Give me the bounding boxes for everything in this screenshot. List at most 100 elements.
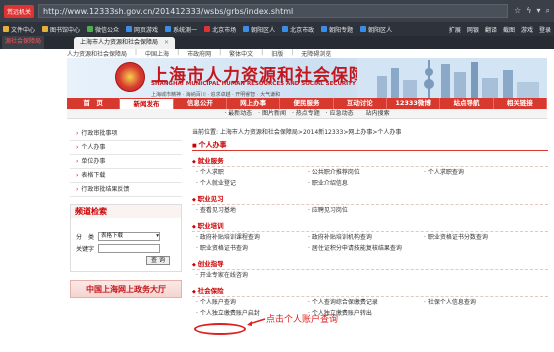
category-title: 职业见习 <box>192 194 548 205</box>
nav-weibo[interactable]: 12333微博 <box>387 98 441 109</box>
nav-links[interactable]: 相关链接 <box>494 98 547 109</box>
side-menu-item[interactable]: 行政审批事项 <box>70 127 182 141</box>
games-button[interactable]: 游戏 <box>521 25 533 34</box>
service-link[interactable]: 开业专家在线咨询 <box>196 270 308 281</box>
service-link[interactable]: 政府补贴培训机构查询 <box>308 232 424 243</box>
main-nav: 首 页 新闻发布 信息公开 网上办事 便民服务 互动讨论 12333微博 站点导… <box>67 98 547 109</box>
login-button[interactable]: 登录 <box>539 25 551 34</box>
service-link[interactable]: 个人查询综合保缴费记录 <box>308 297 424 308</box>
highlight-circle <box>194 323 246 335</box>
close-icon[interactable]: ✕ <box>164 37 169 49</box>
translate-button[interactable]: 翻译 <box>485 25 497 34</box>
bookmark-item[interactable]: 文件中心 <box>3 25 35 34</box>
top-link[interactable]: 繁体中文 <box>229 49 253 58</box>
service-link[interactable]: 政府补贴培训课程查询 <box>196 232 308 243</box>
personal-account-query-link[interactable]: 个人账户查询 <box>196 297 308 308</box>
category-title: 社会保险 <box>192 286 548 297</box>
service-link[interactable]: 公共职介推荐岗位 <box>308 167 424 178</box>
national-emblem-icon <box>115 62 145 92</box>
bookmark-item[interactable]: 朝阳区人 <box>360 25 392 34</box>
nav-info[interactable]: 信息公开 <box>174 98 227 109</box>
skyline-icon <box>357 58 547 101</box>
query-button[interactable]: 查 询 <box>146 256 170 265</box>
web-page: 人力资源和社会保障局 | 中国上海 | 市政府网 | 繁体中文 | 旧版 | 无障碍浏览 … <box>0 49 554 352</box>
nav-convenience[interactable]: 便民服务 <box>280 98 334 109</box>
globe-icon <box>204 26 211 32</box>
site-title-en: SHANGHAI MUNICIPAL HUMAN RESOURCES AND S… <box>151 81 384 87</box>
top-link[interactable]: 中国上海 <box>145 49 169 58</box>
category-title: 创业指导 <box>192 259 548 270</box>
sub-nav[interactable]: · 最新动态 · 图片新闻 · 热点专题 · 应急动态 站内搜索 <box>67 109 547 119</box>
service-link[interactable]: 社保个人信息查询 <box>424 297 544 308</box>
service-link[interactable]: 个人求职 <box>196 167 308 178</box>
top-link[interactable]: 无障碍浏览 <box>301 49 331 58</box>
bookmark-item[interactable]: 北京市政 <box>282 25 314 34</box>
side-menu: 行政审批事项 个人办事 单位办事 表格下载 行政审批结果反馈 <box>70 127 182 197</box>
top-links: 人力资源和社会保障局 | 中国上海 | 市政府网 | 繁体中文 | 旧版 | 无障碍浏览 <box>67 49 332 58</box>
service-link[interactable]: 应聘见习岗位 <box>308 205 424 216</box>
site-banner: 上海市人力资源和社会保障局 SHANGHAI MUNICIPAL HUMAN R… <box>67 58 547 102</box>
service-link[interactable]: 个人求职查询 <box>424 167 544 178</box>
site-slogan: 上海城市精神 · 海纳百川 · 追求卓越 · 开明睿智 · 大气谦和 <box>151 92 281 98</box>
security-badge[interactable]: 荒远机关 <box>4 4 35 18</box>
bookmarks-bar: 文件中心 图书馆中心 微信公众 网页游戏 系统测一 北京市场 朝阳区人 北京市政… <box>0 22 554 36</box>
wechat-icon <box>87 26 94 32</box>
nav-news[interactable]: 新闻发布 <box>120 98 174 109</box>
section-title: 个人办事 <box>192 139 548 151</box>
nav-sitemap[interactable]: 站点导航 <box>440 98 494 109</box>
dropdown-icon[interactable]: ▾ <box>537 6 541 16</box>
side-menu-item[interactable]: 表格下载 <box>70 169 182 183</box>
bookmark-item[interactable]: 系统测一 <box>165 25 197 34</box>
folder-icon <box>3 26 9 32</box>
service-link[interactable]: 职业资格证书查询 <box>196 243 308 254</box>
service-link[interactable]: 职业资格证书分数查询 <box>424 232 544 243</box>
url-field[interactable]: http://www.12333sh.gov.cn/201412333/wsbs… <box>38 4 509 18</box>
egov-hall-banner[interactable]: 中国上海网上政务大厅 <box>70 280 182 298</box>
service-link[interactable]: 职业介绍信息 <box>308 178 424 189</box>
category-label: 分 类 <box>76 234 95 241</box>
bookmark-item[interactable]: 朝阳专题 <box>321 25 353 34</box>
annotation-text: 点击个人账户查询 <box>266 315 339 325</box>
service-link[interactable]: 居住证积分申请技能复核结果查询 <box>308 243 424 254</box>
service-link[interactable]: 查看见习基地 <box>196 205 308 216</box>
top-link[interactable]: 人力资源和社会保障局 <box>67 49 127 58</box>
globe-icon <box>126 26 133 32</box>
left-sidebar: 行政审批事项 个人办事 单位办事 表格下载 行政审批结果反馈 频道检索 分 类 … <box>70 127 182 298</box>
tab-previous[interactable]: 源社会保障局 <box>2 36 45 49</box>
keyword-input[interactable] <box>98 244 161 253</box>
keyword-label: 关键字 <box>76 246 95 253</box>
bookmark-item[interactable]: 微信公众 <box>87 25 119 34</box>
screenshot-button[interactable]: 截图 <box>503 25 515 34</box>
globe-icon <box>165 26 172 32</box>
service-link[interactable]: 个人就业登记 <box>196 178 308 189</box>
top-link[interactable]: 旧版 <box>271 49 283 58</box>
nav-home[interactable]: 首 页 <box>67 98 121 109</box>
star-icon[interactable]: ☆ <box>514 6 521 16</box>
arrow-icon <box>247 318 266 326</box>
breadcrumb: 当前位置: 上海市人力资源和社会保障局>2014新12333>网上办事>个人办事 <box>192 129 402 136</box>
tab-active[interactable]: 上海市人力资源和社会保障局 ✕ <box>74 37 176 49</box>
lightning-icon[interactable]: ϟ <box>526 6 531 16</box>
main-content: 当前位置: 上海市人力资源和社会保障局>2014新12333>网上办事>个人办事… <box>192 127 548 319</box>
category-select[interactable]: 表格下载 ▾ <box>98 232 161 241</box>
side-menu-item[interactable]: 行政审批结果反馈 <box>70 183 182 197</box>
top-link[interactable]: 市政府网 <box>187 49 211 58</box>
search-icon[interactable]: ⌕ <box>546 6 550 16</box>
category-training: 职业培训 政府补贴培训课程查询 政府补贴培训机构查询 职业资格证书分数查询 职业… <box>192 221 548 254</box>
bookmark-item[interactable]: 图书馆中心 <box>42 25 80 34</box>
folder-icon <box>42 26 49 32</box>
bookmark-item[interactable]: 网页游戏 <box>126 25 158 34</box>
tab-title: 上海市人力资源和社会保障局 <box>80 39 159 46</box>
bookmark-item[interactable]: 朝阳区人 <box>243 25 275 34</box>
side-menu-item[interactable]: 个人办事 <box>70 141 182 155</box>
address-bar: 荒远机关 http://www.12333sh.gov.cn/201412333… <box>0 0 554 22</box>
extensions-button[interactable]: 扩展 <box>449 25 461 34</box>
side-menu-item[interactable]: 单位办事 <box>70 155 182 169</box>
bookmark-item[interactable]: 北京市场 <box>204 25 236 34</box>
bank-button[interactable]: 网银 <box>467 25 479 34</box>
nav-interaction[interactable]: 互动讨论 <box>334 98 387 109</box>
category-social-insurance: 社会保险 个人账户查询 个人查询综合保缴费记录 社保个人信息查询 个人独立缴费账… <box>192 286 548 319</box>
globe-icon <box>282 26 289 32</box>
nav-online-service[interactable]: 网上办事 <box>227 98 281 109</box>
category-startup: 创业指导 开业专家在线咨询 <box>192 259 548 281</box>
